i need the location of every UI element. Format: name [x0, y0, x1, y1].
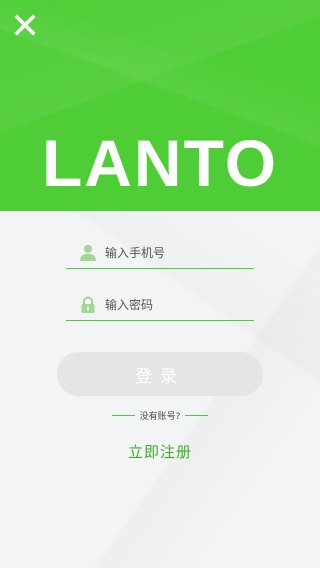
- lock-icon: [80, 296, 96, 314]
- hero-header: LANTO: [0, 0, 320, 211]
- user-icon: [80, 244, 96, 262]
- app-logo: LANTO: [41, 126, 279, 200]
- password-input[interactable]: [105, 294, 250, 316]
- phone-input[interactable]: [105, 242, 250, 264]
- no-account-text: 没有账号?: [139, 411, 181, 422]
- signup-divider: 没有账号?: [0, 406, 320, 424]
- divider-line-right: [185, 414, 209, 416]
- register-link[interactable]: 立即注册: [0, 441, 320, 462]
- phone-field[interactable]: [66, 238, 254, 269]
- divider-line-left: [111, 414, 135, 416]
- close-icon: [14, 14, 36, 36]
- close-button[interactable]: [12, 12, 38, 38]
- login-button[interactable]: 登录: [57, 352, 263, 396]
- password-field[interactable]: [66, 290, 254, 321]
